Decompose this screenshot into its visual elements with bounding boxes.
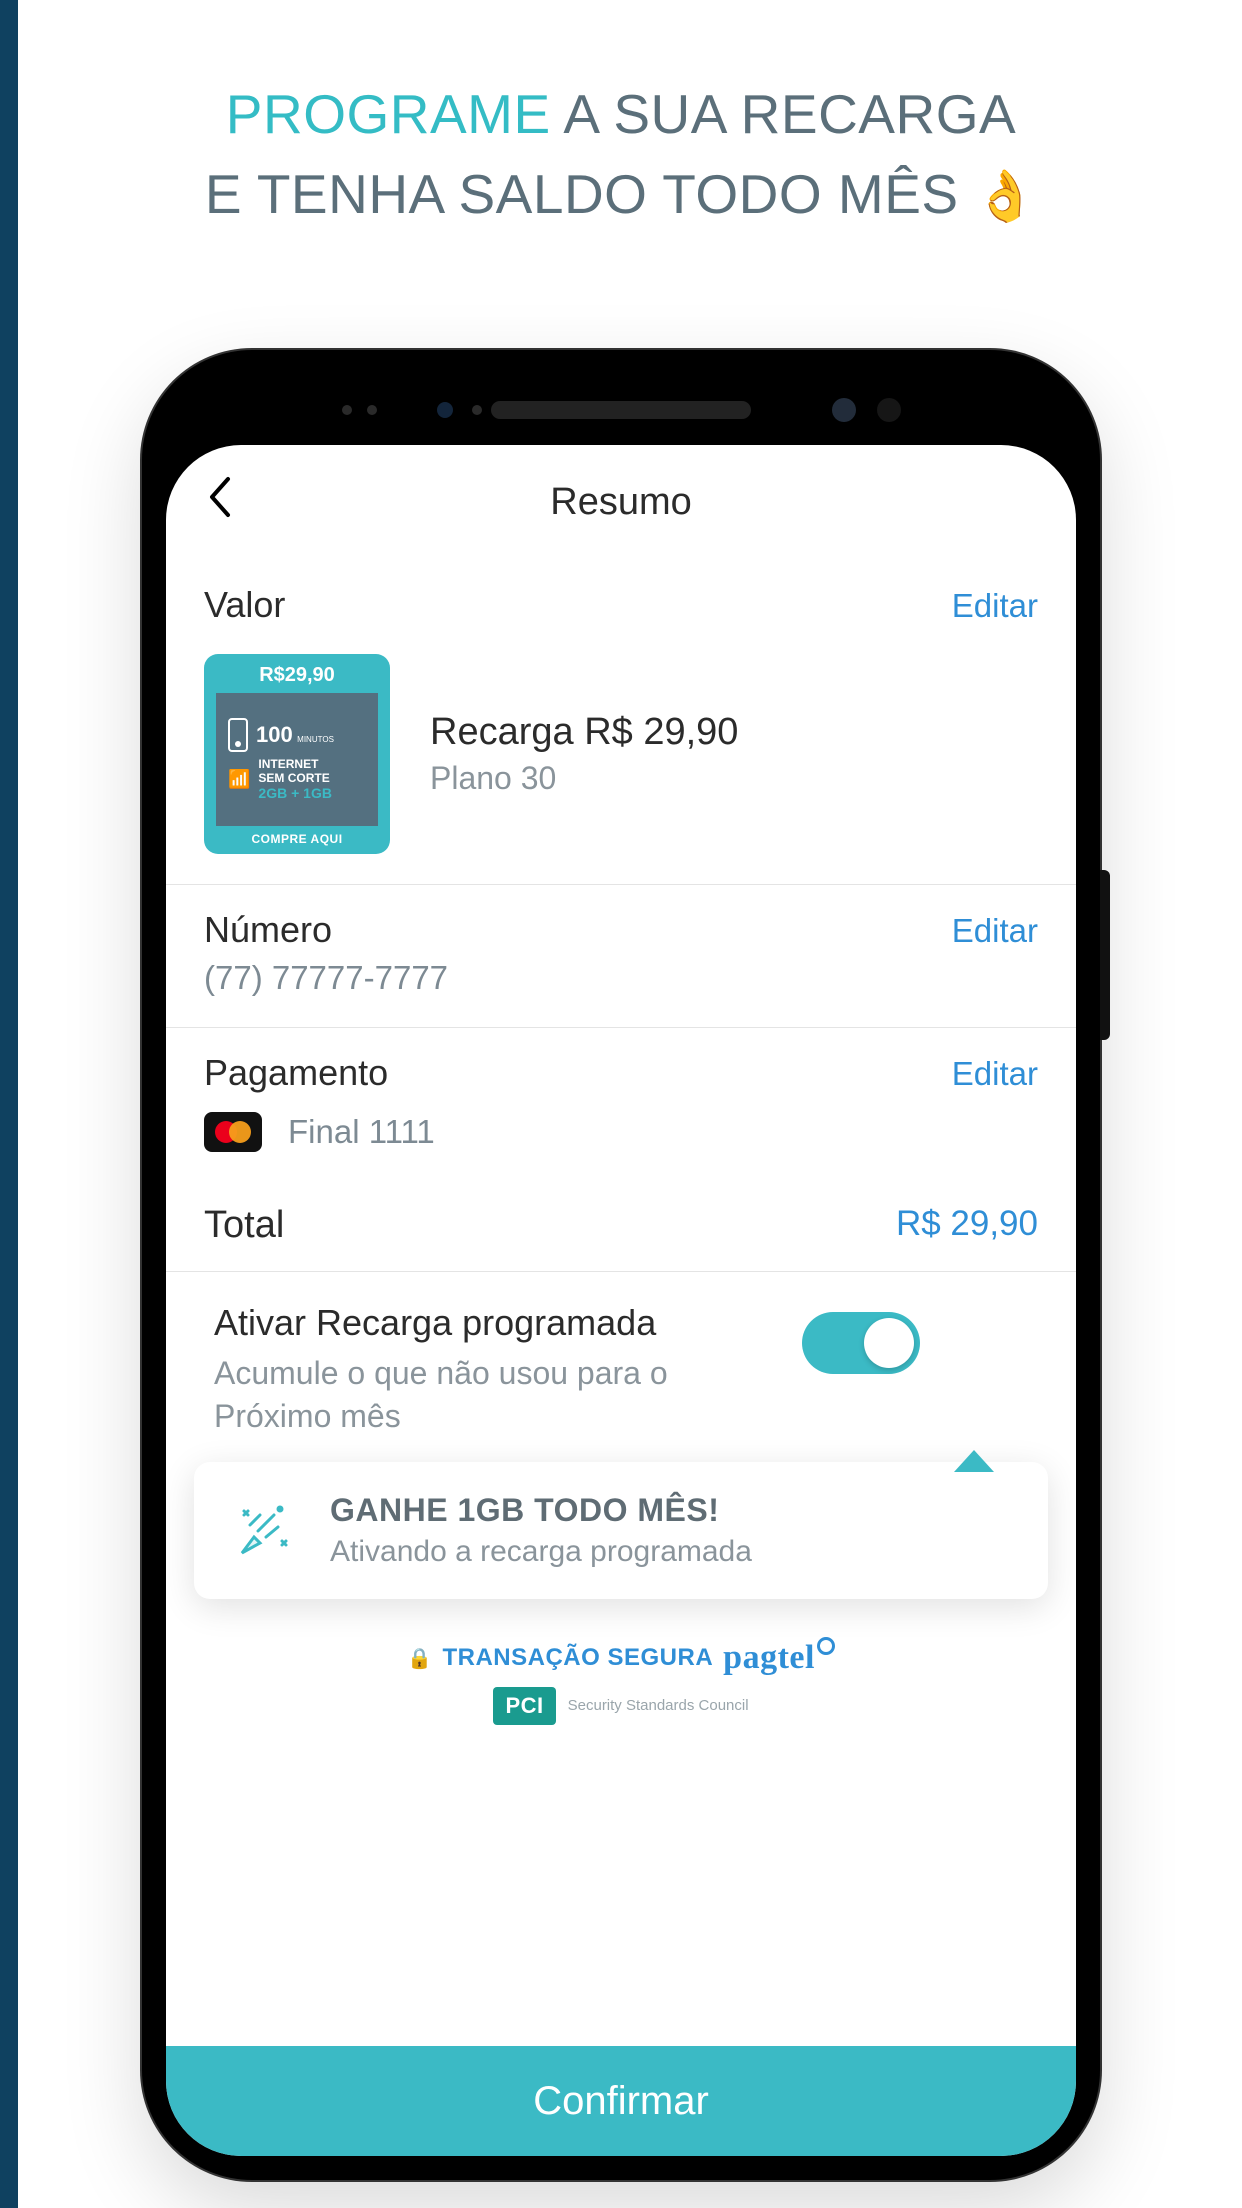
pagamento-label: Pagamento [204, 1052, 388, 1094]
promo-tooltip: GANHE 1GB TODO MÊS! Ativando a recarga p… [166, 1462, 1076, 1599]
plan-internet-line1: INTERNET [258, 758, 332, 771]
phone-side-button [1100, 870, 1110, 1040]
back-button[interactable] [196, 465, 244, 541]
phone-icon [228, 718, 248, 752]
plan-card-footer: COMPRE AQUI [251, 832, 342, 854]
promo-headline: PROGRAME A SUA RECARGA E TENHA SALDO TOD… [0, 75, 1242, 235]
phone-screen: Resumo Valor Editar R$29,90 [166, 445, 1076, 2156]
promo-line1-rest: A SUA RECARGA [551, 83, 1017, 145]
plan-card-thumbnail: R$29,90 100 MINUTOS 📶 [204, 654, 390, 854]
left-decorative-stripe [0, 0, 18, 2208]
plan-internet-line2: SEM CORTE [258, 772, 332, 785]
numero-value: (77) 77777-7777 [204, 959, 1038, 997]
card-last-digits: Final 1111 [288, 1113, 435, 1151]
wifi-icon: 📶 [228, 769, 250, 790]
total-value: R$ 29,90 [896, 1204, 1038, 1247]
plan-gb: 2GB + 1GB [258, 785, 332, 801]
plan-card-price: R$29,90 [259, 664, 335, 687]
recharge-title: Recarga R$ 29,90 [430, 711, 738, 754]
tooltip-subtitle: Ativando a recarga programada [330, 1535, 752, 1569]
pci-badge: PCI [493, 1687, 555, 1725]
toggle-subtitle: Acumule o que não usou para o Próximo mê… [214, 1352, 774, 1438]
pci-subtitle: Security Standards Council [568, 1698, 749, 1715]
mastercard-icon [204, 1112, 262, 1152]
total-label: Total [204, 1204, 284, 1247]
valor-label: Valor [204, 584, 285, 626]
tooltip-arrow-icon [954, 1450, 994, 1472]
lock-icon: 🔒 [407, 1646, 432, 1671]
pagamento-edit-link[interactable]: Editar [952, 1055, 1038, 1093]
page-title: Resumo [550, 481, 692, 524]
tooltip-title: GANHE 1GB TODO MÊS! [330, 1492, 752, 1529]
summary-content: Valor Editar R$29,90 100 MINUTOS [166, 560, 1076, 2046]
phone-top-sensors [142, 380, 1100, 440]
scheduled-recharge-block: Ativar Recarga programada Acumule o que … [166, 1272, 1076, 1448]
toggle-knob [864, 1318, 914, 1368]
trust-badges: 🔒 TRANSAÇÃO SEGURA pagtel PCI Security S… [166, 1639, 1076, 1725]
chevron-left-icon [206, 475, 234, 519]
recharge-subtitle: Plano 30 [430, 760, 738, 797]
section-numero: Número Editar (77) 77777-7777 [166, 885, 1076, 1028]
promo-accent: PROGRAME [226, 83, 551, 145]
phone-mockup-frame: Resumo Valor Editar R$29,90 [142, 350, 1100, 2180]
promo-line2: E TENHA SALDO TODO MÊS [205, 163, 975, 225]
section-valor: Valor Editar R$29,90 100 MINUTOS [166, 560, 1076, 885]
section-total: Total R$ 29,90 [166, 1182, 1076, 1272]
section-pagamento: Pagamento Editar Final 1111 [166, 1028, 1076, 1182]
plan-minutes-unit: MINUTOS [297, 735, 334, 744]
scheduled-recharge-toggle[interactable] [802, 1312, 920, 1374]
pagtel-ring-icon [817, 1637, 835, 1655]
party-popper-icon [230, 1495, 296, 1566]
app-header: Resumo [166, 445, 1076, 560]
secure-transaction-label: TRANSAÇÃO SEGURA [442, 1644, 713, 1672]
numero-label: Número [204, 909, 332, 951]
valor-edit-link[interactable]: Editar [952, 587, 1038, 625]
plan-minutes-number: 100 [256, 722, 293, 747]
toggle-title: Ativar Recarga programada [214, 1302, 774, 1344]
ok-hand-emoji-icon: 👌 [974, 168, 1037, 224]
confirm-button[interactable]: Confirmar [166, 2046, 1076, 2156]
pagtel-logo: pagtel [723, 1639, 835, 1677]
numero-edit-link[interactable]: Editar [952, 912, 1038, 950]
